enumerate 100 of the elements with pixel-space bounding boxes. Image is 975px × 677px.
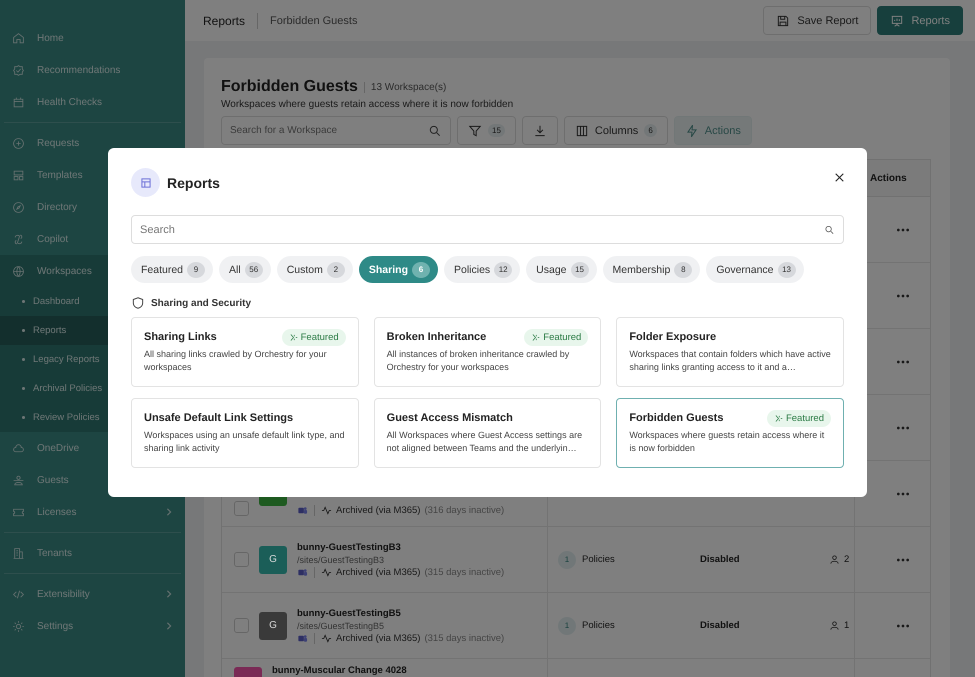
report-title: Forbidden Guests (221, 78, 358, 96)
swirl-icon (12, 232, 25, 246)
chevron-right-icon (165, 590, 173, 598)
calendar-icon (12, 96, 25, 108)
section-heading: Sharing and Security (151, 298, 252, 308)
sidebar-item[interactable]: Tenants (0, 537, 185, 569)
more-options-icon[interactable] (896, 426, 910, 430)
workspace-avatar: G (259, 546, 287, 574)
category-tab[interactable]: Sharing 6 (358, 256, 438, 283)
lightning-icon (684, 124, 699, 138)
guest-access-status: Disabled (700, 620, 740, 631)
save-report-button[interactable]: Save Report (763, 6, 872, 35)
sidebar-item[interactable]: Home (0, 22, 185, 54)
report-description: All sharing links crawled by Orchestry for your workspaces (144, 348, 328, 374)
report-description: All instances of broken inheritance crawled by Orchestry for your workspaces (386, 348, 570, 374)
report-name: Forbidden Guests (629, 412, 724, 424)
policies-label: Policies (582, 554, 615, 565)
report-search-field[interactable]: Search (131, 215, 844, 244)
chevron-right-icon (165, 622, 173, 630)
teams-icon (297, 566, 308, 578)
more-options-icon[interactable] (896, 624, 910, 628)
building-icon (12, 546, 25, 560)
code-icon (12, 588, 25, 600)
compass-icon (12, 200, 25, 214)
workspace-name[interactable]: bunny-Muscular Change 4028 (272, 665, 407, 676)
category-tab[interactable]: Membership 8 (602, 256, 700, 283)
row-checkbox[interactable] (234, 618, 249, 633)
teams-icon (297, 632, 308, 644)
category-tab[interactable]: Featured 9 (131, 256, 214, 283)
person-icon (829, 620, 840, 631)
category-tab[interactable]: Governance 13 (706, 256, 804, 283)
columns-button[interactable]: Columns 6 (564, 116, 668, 145)
more-options-icon[interactable] (896, 492, 910, 496)
category-tab[interactable]: Usage 15 (526, 256, 597, 283)
report-card[interactable]: Sharing Links Featured All sharing links crawled by Orchestry for your workspaces (131, 317, 359, 387)
report-card[interactable]: Guest Access Mismatch All Workspaces where Guest Access settings are not aligned between Teams and the underlyin… (374, 398, 602, 468)
globe-icon (12, 264, 25, 278)
archive-status: Archived (via M365) (336, 632, 420, 644)
funnel-icon (468, 124, 482, 138)
report-description: Workspaces that contain folders which have active sharing links granting access to it and a… (629, 348, 831, 374)
more-options-icon[interactable] (896, 228, 910, 232)
report-name: Guest Access Mismatch (386, 412, 513, 424)
guest-access-status: Disabled (700, 554, 740, 565)
report-card[interactable]: Broken Inheritance Featured All instances of broken inheritance crawled by Orchestry for your workspaces (374, 317, 602, 387)
row-checkbox[interactable] (234, 501, 249, 516)
featured-badge: Featured (766, 410, 831, 426)
check-badge-icon (12, 64, 25, 76)
report-card[interactable]: Unsafe Default Link Settings Workspaces using an unsafe default link type, and sharing link activity (131, 398, 359, 468)
workspace-search-field[interactable]: Search for a Workspace (221, 116, 451, 145)
report-description: All Workspaces where Guest Access settings are not aligned between Teams and the underlyin… (386, 429, 584, 456)
breadcrumb-link[interactable]: Reports (203, 14, 246, 28)
report-card[interactable]: Forbidden Guests Featured Workspaces where guests retain access where it is now forbidden (616, 398, 844, 468)
sidebar-item[interactable]: Extensibility (0, 578, 185, 610)
shield-icon (131, 296, 145, 310)
policies-label: Policies (582, 620, 615, 631)
policy-count: 1 (558, 616, 576, 634)
report-name: Unsafe Default Link Settings (144, 412, 294, 424)
archive-status: Archived (via M365) (336, 566, 420, 578)
filter-button[interactable]: 15 (457, 116, 516, 145)
workspace-count: 13 Workspace(s) (364, 82, 446, 92)
sidebar-item[interactable]: Requests (0, 127, 185, 159)
more-options-icon[interactable] (896, 558, 910, 562)
category-tab[interactable]: All 56 (219, 256, 271, 283)
workspace-name[interactable]: bunny-GuestTestingB5 (297, 608, 504, 618)
sidebar-item[interactable]: Recommendations (0, 54, 185, 86)
breadcrumb-link[interactable]: Forbidden Guests (270, 14, 358, 26)
activity-icon (321, 566, 332, 578)
activity-icon (321, 632, 332, 644)
featured-badge: Featured (524, 328, 588, 346)
gear-icon (12, 620, 25, 632)
inactive-days: (316 days inactive) (424, 505, 504, 516)
report-name: Folder Exposure (629, 331, 716, 343)
report-description: Workspaces where guests retain access where it is now forbidden (221, 99, 514, 110)
reports-button[interactable]: Reports (877, 6, 963, 35)
report-description: Workspaces where guests retain access where it is now forbidden (629, 429, 826, 456)
more-options-icon[interactable] (896, 294, 910, 298)
sidebar-item[interactable]: Health Checks (0, 86, 185, 118)
category-tab[interactable]: Policies 12 (444, 256, 520, 283)
activity-icon (321, 505, 332, 516)
report-card[interactable]: Folder Exposure Workspaces that contain folders which have active sharing links granting access to it and a… (616, 317, 844, 387)
row-checkbox[interactable] (234, 552, 249, 567)
workspace-avatar: G (259, 612, 287, 640)
teams-icon (297, 505, 308, 516)
inactive-days: (315 days inactive) (424, 566, 504, 578)
dialog-title: Reports (167, 174, 221, 190)
cloud-icon (12, 442, 25, 454)
person-icon (829, 554, 840, 565)
workspace-name[interactable]: bunny-GuestTestingB3 (297, 542, 504, 552)
search-icon (824, 224, 835, 235)
member-count: 2 (844, 554, 850, 565)
more-options-icon[interactable] (896, 360, 910, 364)
sidebar-item[interactable]: Settings (0, 610, 185, 642)
close-icon[interactable] (833, 171, 846, 184)
report-description: Workspaces using an unsafe default link type, and sharing link activity (144, 429, 346, 456)
sidebar-item[interactable]: Licenses (0, 496, 185, 528)
people-icon (12, 474, 25, 486)
columns-icon (574, 124, 589, 138)
report-name: Broken Inheritance (386, 331, 486, 343)
archive-status: Archived (via M365) (336, 505, 420, 516)
category-tab[interactable]: Custom 2 (276, 256, 353, 283)
